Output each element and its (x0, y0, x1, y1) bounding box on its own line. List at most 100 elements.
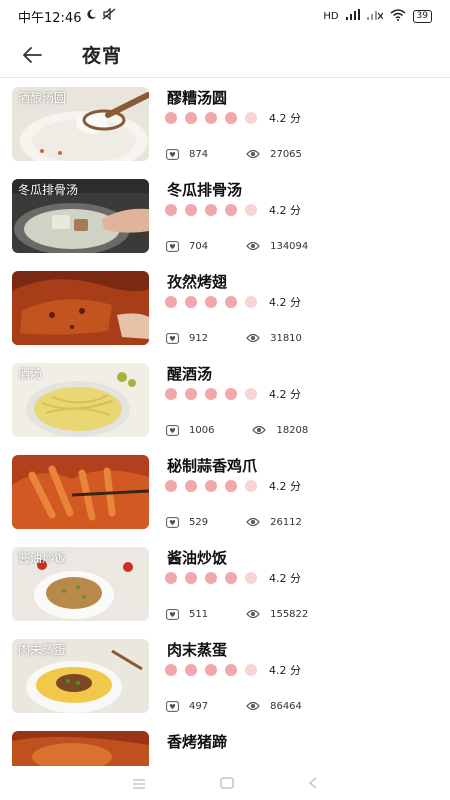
recipe-item[interactable]: 肉末蒸蛋 肉末蒸蛋 4.2 分 497 86464 (0, 632, 450, 724)
rating-dot (245, 664, 257, 676)
signal-icon (345, 9, 360, 23)
rating-dot (245, 204, 257, 216)
recipe-thumbnail: 酱油炒饭 (12, 547, 149, 621)
menu-icon[interactable] (132, 774, 146, 793)
rating-dot (205, 480, 217, 492)
rating-dot (205, 664, 217, 676)
rating-dot (185, 296, 197, 308)
page-title: 夜宵 (82, 45, 123, 67)
battery-icon: 39 (412, 9, 432, 23)
favorite-icon (165, 700, 179, 712)
view-count: 18208 (276, 424, 309, 436)
rating-dot (225, 112, 237, 124)
signal-off-icon (366, 9, 384, 23)
recipe-list[interactable]: 酒酿汤圆 醪糟汤圆 4.2 分 874 27065 冬瓜排骨汤 冬瓜排骨汤 4.… (0, 80, 450, 766)
recipe-item[interactable]: 香烤猪蹄 (0, 724, 450, 766)
recipe-item[interactable]: 酱油炒饭 酱油炒饭 4.2 分 511 155822 (0, 540, 450, 632)
status-bar: 中午12:46 HD 39 (0, 0, 450, 32)
recipe-item[interactable]: 酒汤 醒酒汤 4.2 分 1006 18208 (0, 356, 450, 448)
recipe-title: 醒酒汤 (167, 365, 213, 383)
rating-row: 4.2 分 (165, 202, 301, 218)
favorite-count: 704 (189, 240, 209, 252)
stats-row: 529 26112 (165, 516, 302, 528)
rating-row: 4.2 分 (165, 386, 301, 402)
recipe-title: 酱油炒饭 (167, 549, 228, 567)
rating-row: 4.2 分 (165, 478, 301, 494)
rating-dot (225, 296, 237, 308)
rating-dot (165, 480, 177, 492)
stats-row: 1006 18208 (165, 424, 308, 436)
rating-score: 4.2 分 (269, 296, 301, 309)
recipe-title: 孜然烤翅 (167, 273, 228, 291)
rating-dot (245, 296, 257, 308)
rating-row: 4.2 分 (165, 662, 301, 678)
network-type-label: HD (323, 10, 339, 22)
eye-icon (252, 424, 267, 436)
favorite-count: 497 (189, 700, 209, 712)
rating-dot (165, 112, 177, 124)
recipe-thumbnail: 冬瓜排骨汤 (12, 179, 149, 253)
view-count: 26112 (270, 516, 302, 528)
favorite-count: 529 (189, 516, 209, 528)
rating-dot (245, 572, 257, 584)
stats-row: 912 31810 (165, 332, 302, 344)
status-time: 中午12:46 (18, 10, 82, 26)
stats-row: 511 155822 (165, 608, 308, 620)
eye-icon (246, 608, 260, 620)
view-count: 86464 (270, 700, 302, 712)
recipe-item[interactable]: 酒酿汤圆 醪糟汤圆 4.2 分 874 27065 (0, 80, 450, 172)
rating-dot (205, 204, 217, 216)
view-count: 134094 (270, 240, 309, 252)
view-count: 27065 (270, 148, 302, 160)
recipe-item[interactable]: 秘制蒜香鸡爪 4.2 分 529 26112 (0, 448, 450, 540)
view-count: 155822 (270, 608, 309, 620)
favorite-icon (165, 516, 179, 528)
recipe-thumbnail (12, 271, 149, 345)
moon-icon (86, 9, 97, 24)
back-button[interactable] (12, 35, 52, 75)
rating-score: 4.2 分 (269, 480, 301, 493)
recipe-item[interactable]: 冬瓜排骨汤 冬瓜排骨汤 4.2 分 704 134094 (0, 172, 450, 264)
recipe-item[interactable]: 孜然烤翅 4.2 分 912 31810 (0, 264, 450, 356)
rating-dot (185, 480, 197, 492)
view-count: 31810 (270, 332, 302, 344)
recipe-thumbnail: 酒汤 (12, 363, 149, 437)
rating-row: 4.2 分 (165, 570, 301, 586)
back-nav-icon[interactable] (308, 774, 318, 793)
stats-row: 704 134094 (165, 240, 308, 252)
stats-row: 874 27065 (165, 148, 302, 160)
recipe-title: 醪糟汤圆 (167, 89, 228, 107)
rating-dot (245, 112, 257, 124)
rating-dot (185, 204, 197, 216)
thumbnail-caption: 酒酿汤圆 (18, 91, 67, 105)
thumbnail-caption: 酱油炒饭 (18, 551, 67, 565)
eye-icon (246, 332, 260, 344)
rating-dot (225, 388, 237, 400)
thumbnail-caption: 酒汤 (18, 367, 43, 381)
rating-dot (225, 572, 237, 584)
rating-dot (225, 664, 237, 676)
rating-score: 4.2 分 (269, 204, 301, 217)
rating-row: 4.2 分 (165, 294, 301, 310)
rating-dot (185, 572, 197, 584)
stats-row: 497 86464 (165, 700, 302, 712)
rating-row: 4.2 分 (165, 110, 301, 126)
rating-dot (185, 664, 197, 676)
rating-dot (165, 664, 177, 676)
rating-score: 4.2 分 (269, 112, 301, 125)
favorite-icon (165, 148, 179, 160)
recipe-thumbnail: 酒酿汤圆 (12, 87, 149, 161)
recipe-title: 香烤猪蹄 (167, 733, 228, 751)
home-icon[interactable] (220, 774, 234, 793)
eye-icon (246, 516, 260, 528)
favorite-icon (165, 240, 179, 252)
arrow-left-icon (23, 46, 42, 63)
mute-icon (102, 7, 116, 24)
rating-score: 4.2 分 (269, 572, 301, 585)
wifi-icon (390, 8, 406, 24)
favorite-icon (165, 332, 179, 344)
rating-dot (205, 112, 217, 124)
recipe-title: 肉末蒸蛋 (167, 641, 228, 659)
favorite-count: 874 (189, 148, 209, 160)
thumbnail-caption: 肉末蒸蛋 (18, 643, 67, 657)
